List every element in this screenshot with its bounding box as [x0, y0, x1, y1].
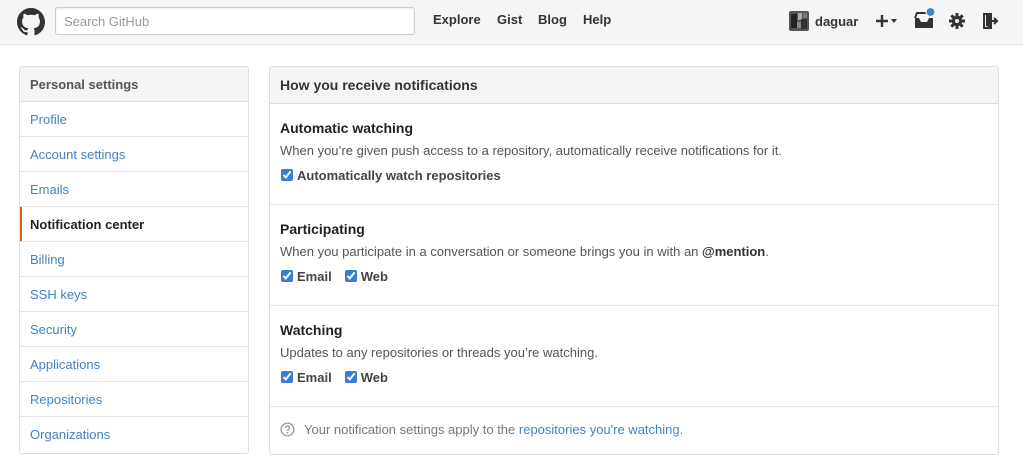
sidebar-item-billing[interactable]: Billing — [20, 242, 248, 277]
participating-email-checkbox[interactable] — [281, 270, 293, 282]
nav-gist-link[interactable]: Gist — [497, 12, 522, 27]
participating-email-option[interactable]: Email — [280, 269, 332, 284]
notifications-panel: How you receive notifications Automatic … — [269, 66, 999, 455]
sidebar-heading: Personal settings — [20, 67, 248, 102]
watching-email-option[interactable]: Email — [280, 370, 332, 385]
sidebar-item-ssh-keys[interactable]: SSH keys — [20, 277, 248, 312]
section-title: Automatic watching — [280, 120, 414, 136]
checkbox-label-text: Web — [360, 268, 388, 284]
sidebar-item-emails[interactable]: Emails — [20, 172, 248, 207]
section-description: When you participate in a conversation o… — [280, 244, 769, 259]
checkbox-label-text: Web — [360, 369, 388, 385]
watching-web-checkbox[interactable] — [344, 371, 357, 383]
section-title: Watching — [280, 322, 343, 338]
auto-watch-checkbox[interactable] — [281, 169, 293, 181]
watching-section: Watching Updates to any repositories or … — [270, 306, 998, 407]
sidebar-item-notification-center[interactable]: Notification center — [20, 207, 248, 242]
automatic-watching-section: Automatic watching When you’re given pus… — [270, 104, 998, 205]
panel-heading: How you receive notifications — [270, 67, 998, 104]
watched-repositories-link[interactable]: repositories you're watching — [519, 422, 680, 437]
user-menu[interactable]: daguar — [789, 10, 858, 32]
auto-watch-checkbox-label[interactable]: Automatically watch repositories — [280, 168, 501, 183]
footer-text: Your notification settings apply to the — [304, 422, 519, 437]
sidebar-item-applications[interactable]: Applications — [20, 347, 248, 382]
sidebar-item-repositories[interactable]: Repositories — [20, 382, 248, 417]
participating-web-option[interactable]: Web — [344, 269, 388, 284]
mention-text: @mention — [702, 244, 766, 259]
section-description: Updates to any repositories or threads y… — [280, 345, 598, 360]
checkbox-label-text: Automatically watch repositories — [297, 167, 501, 183]
watching-email-checkbox[interactable] — [281, 371, 293, 383]
question-circle-icon — [280, 422, 295, 437]
checkbox-label-text: Email — [297, 268, 332, 284]
search-input[interactable] — [55, 7, 415, 35]
sidebar-item-account-settings[interactable]: Account settings — [20, 137, 248, 172]
top-header: Explore Gist Blog Help daguar — [0, 0, 1023, 45]
checkbox-label-text: Email — [297, 369, 332, 385]
create-new-plus-icon[interactable] — [874, 11, 898, 31]
notification-dot-icon — [925, 6, 936, 18]
sidebar-item-organizations[interactable]: Organizations — [20, 417, 248, 452]
section-description: When you’re given push access to a repos… — [280, 143, 782, 158]
nav-help-link[interactable]: Help — [583, 12, 611, 27]
github-logo-icon[interactable] — [17, 8, 45, 36]
sidebar-item-security[interactable]: Security — [20, 312, 248, 347]
participating-section: Participating When you participate in a … — [270, 205, 998, 306]
notifications-inbox-icon[interactable] — [913, 6, 937, 32]
nav-blog-link[interactable]: Blog — [538, 12, 567, 27]
avatar — [789, 11, 809, 31]
watching-web-option[interactable]: Web — [344, 370, 388, 385]
settings-sidebar: Personal settings Profile Account settin… — [19, 66, 249, 454]
sign-out-icon[interactable] — [980, 11, 1000, 31]
nav-explore-link[interactable]: Explore — [433, 12, 481, 27]
settings-footer-note: Your notification settings apply to the … — [270, 407, 998, 454]
settings-gear-icon[interactable] — [947, 11, 967, 31]
section-title: Participating — [280, 221, 365, 237]
sidebar-item-profile[interactable]: Profile — [20, 102, 248, 137]
username: daguar — [815, 13, 859, 29]
participating-web-checkbox[interactable] — [344, 270, 357, 282]
